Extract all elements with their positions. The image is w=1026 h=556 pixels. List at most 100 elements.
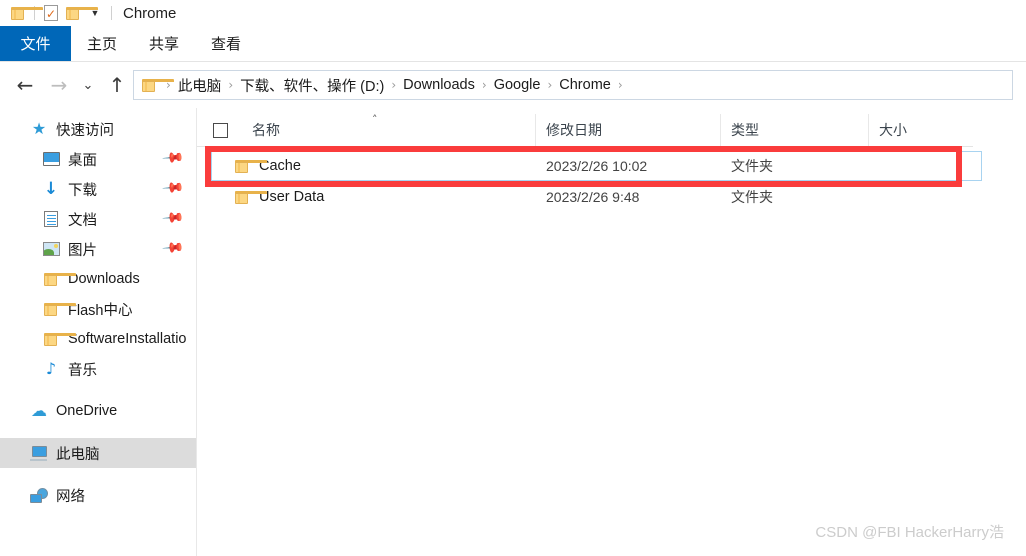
sidebar-item-software-installation[interactable]: SoftwareInstallatio [0, 324, 197, 354]
sidebar-item-label: Flash中心 [68, 302, 133, 319]
cell-type: 文件夹 [720, 182, 868, 212]
window-title: Chrome [123, 4, 177, 22]
network-icon [30, 486, 48, 504]
pin-icon[interactable]: 📌 [160, 176, 184, 199]
folder-icon [42, 330, 76, 348]
recent-locations-chevron-icon[interactable]: ⌄ [76, 68, 100, 102]
breadcrumb-item-google[interactable]: Google [494, 77, 541, 93]
tab-home[interactable]: 主页 [71, 26, 133, 61]
address-folder-icon [142, 78, 174, 92]
sort-ascending-icon: ˄ [372, 112, 378, 126]
column-header-label: 类型 [731, 122, 759, 138]
sidebar-item-flash-center[interactable]: Flash中心 [0, 294, 197, 324]
file-date: 2023/2/26 10:02 [546, 158, 648, 174]
customize-dropdown-icon[interactable]: ▼ [84, 2, 106, 24]
sidebar-item-label: OneDrive [56, 403, 118, 419]
window-title-bar: ✓ ▼ Chrome [0, 0, 1026, 26]
breadcrumb-item-downloads[interactable]: Downloads [403, 77, 475, 93]
sidebar-group-spacer-2 [0, 426, 197, 438]
sidebar-item-desktop[interactable]: 桌面 📌 [0, 144, 197, 174]
cell-type: 文件夹 [720, 151, 868, 181]
cloud-icon: ☁ [31, 401, 47, 420]
sidebar-item-quick-access[interactable]: ★ 快速访问 [0, 114, 197, 144]
column-header-date-modified[interactable]: 修改日期 [535, 113, 720, 147]
sidebar-item-documents[interactable]: 文档 📌 [0, 204, 197, 234]
cell-date-modified: 2023/2/26 9:48 [535, 182, 720, 212]
star-icon: ★ [31, 119, 47, 138]
sidebar-item-music[interactable]: ♪ 音乐 [0, 354, 197, 384]
cell-size [868, 151, 968, 181]
column-header-size[interactable]: 大小 [868, 113, 968, 147]
sidebar-item-label: 此电脑 [56, 446, 100, 463]
column-header-label: 大小 [879, 122, 907, 138]
sidebar-item-label: 网络 [56, 488, 85, 505]
sidebar-item-downloads-folder[interactable]: Downloads [0, 264, 197, 294]
cell-date-modified: 2023/2/26 10:02 [535, 151, 720, 181]
file-name: User Data [259, 189, 325, 205]
sidebar-item-this-pc[interactable]: 此电脑 [0, 438, 197, 468]
sidebar-item-downloads-cn[interactable]: ↓ 下载 📌 [0, 174, 197, 204]
folder-icon [42, 300, 76, 318]
sidebar-item-label: Downloads [68, 271, 140, 287]
breadcrumb-item-chrome[interactable]: Chrome [559, 77, 611, 93]
sidebar-group-spacer [0, 384, 197, 396]
column-header-label: 修改日期 [546, 122, 602, 138]
cell-name: User Data [197, 182, 535, 212]
sidebar-group-spacer-3 [0, 468, 197, 480]
file-type: 文件夹 [731, 158, 773, 174]
toolbar-divider-2 [111, 6, 112, 20]
column-header-type[interactable]: 类型 [720, 113, 868, 147]
quick-access-toolbar: ✓ ▼ Chrome [0, 2, 176, 24]
this-pc-icon [30, 444, 48, 462]
sidebar-item-network[interactable]: 网络 [0, 480, 197, 510]
sidebar-item-label: 桌面 [68, 152, 97, 169]
navigation-pane: ★ 快速访问 桌面 📌 ↓ 下载 📌 文档 📌 图片 📌 Downloads F… [0, 108, 197, 556]
file-list-pane: 名称 ˄ 修改日期 类型 大小 Cache 2023/2/26 10:02 文件… [197, 108, 1026, 556]
breadcrumb-separator-3: › [481, 78, 487, 92]
desktop-icon [42, 150, 60, 168]
forward-button[interactable]: → [42, 68, 76, 102]
sidebar-item-onedrive[interactable]: ☁ OneDrive [0, 396, 197, 426]
column-header-label: 名称 [252, 122, 280, 138]
folder-icon[interactable] [7, 2, 43, 24]
breadcrumb-separator-4: › [547, 78, 553, 92]
properties-icon[interactable]: ✓ [40, 2, 62, 24]
back-button[interactable]: ← [8, 68, 42, 102]
pin-icon[interactable]: 📌 [160, 146, 184, 169]
file-type: 文件夹 [731, 189, 773, 205]
music-icon: ♪ [45, 359, 57, 378]
breadcrumb-item-drive-d[interactable]: 下载、软件、操作 (D:) [240, 75, 384, 96]
column-header-name[interactable]: 名称 ˄ [197, 114, 535, 147]
breadcrumb-separator-1: › [228, 78, 234, 92]
file-date: 2023/2/26 9:48 [546, 189, 640, 205]
sidebar-item-pictures[interactable]: 图片 📌 [0, 234, 197, 264]
tab-view[interactable]: 查看 [195, 26, 257, 61]
cell-size [868, 182, 968, 212]
document-icon [42, 210, 60, 228]
sidebar-item-label: 图片 [68, 242, 97, 259]
watermark-text: CSDN @FBI HackerHarry浩 [815, 524, 1004, 541]
cell-name: Cache [197, 151, 535, 181]
breadcrumb-item-this-pc[interactable]: 此电脑 [178, 75, 222, 96]
select-all-checkbox[interactable] [213, 122, 228, 138]
breadcrumb-separator-2: › [391, 78, 397, 92]
sidebar-item-label: 下载 [68, 182, 97, 199]
sidebar-item-label: SoftwareInstallatio [68, 331, 187, 347]
tab-file[interactable]: 文件 [0, 26, 71, 61]
pictures-icon [42, 240, 60, 258]
table-row[interactable]: Cache 2023/2/26 10:02 文件夹 [197, 151, 973, 181]
up-button[interactable]: ↑ [100, 68, 134, 102]
download-icon: ↓ [43, 178, 59, 199]
breadcrumb-separator-5: › [617, 78, 623, 92]
table-row[interactable]: User Data 2023/2/26 9:48 文件夹 [197, 182, 973, 212]
pin-icon[interactable]: 📌 [160, 236, 184, 259]
ribbon-tab-strip: 文件 主页 共享 查看 [0, 26, 1026, 61]
address-bar[interactable]: › 此电脑 › 下载、软件、操作 (D:) › Downloads › Goog… [133, 70, 1013, 100]
folder-icon [235, 190, 267, 204]
new-folder-icon[interactable] [62, 2, 98, 24]
tab-share[interactable]: 共享 [133, 26, 195, 61]
sidebar-item-label: 音乐 [68, 362, 97, 379]
sidebar-item-label: 文档 [68, 212, 97, 229]
pin-icon[interactable]: 📌 [160, 206, 184, 229]
folder-icon [42, 270, 76, 288]
